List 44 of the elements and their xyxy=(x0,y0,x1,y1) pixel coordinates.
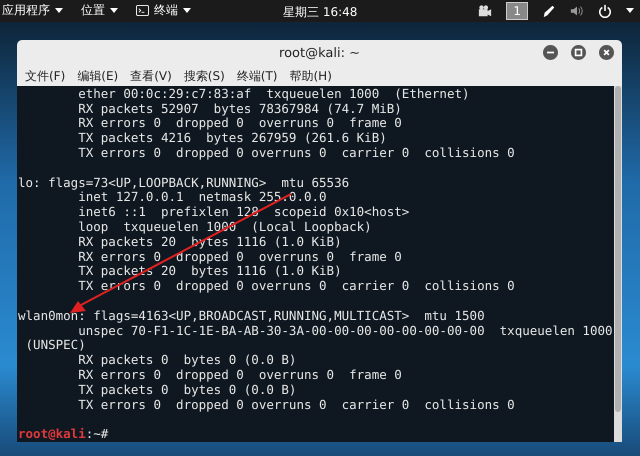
caret-icon xyxy=(183,8,191,14)
power-icon[interactable] xyxy=(598,4,612,18)
close-button[interactable] xyxy=(599,44,614,60)
menu-item[interactable]: 搜索(S) xyxy=(180,68,229,86)
terminal-line: TX packets 0 bytes 0 (0.0 B) xyxy=(77,382,298,398)
workspace-indicator[interactable]: 1 xyxy=(506,2,528,20)
terminal-line: ether 00:0c:29:c7:83:af txqueuelen 1000 (Ethernet) xyxy=(77,86,471,102)
menu-item[interactable]: 终端(T) xyxy=(232,68,282,86)
caret-icon xyxy=(110,8,118,14)
maximize-icon xyxy=(575,48,582,56)
maximize-button[interactable] xyxy=(571,44,586,60)
caret-icon xyxy=(55,8,63,14)
volume-icon[interactable] xyxy=(570,4,584,18)
camera-icon[interactable] xyxy=(478,4,492,18)
panel-menu[interactable]: 位置 xyxy=(79,2,120,20)
terminal-line: unspec 70-F1-1C-1E-BA-AB-30-3A-00-00-00-00-00-00-00-00 txqueuelen 1000 xyxy=(77,324,614,338)
terminal-line: (UNSPEC) xyxy=(24,338,86,354)
close-icon xyxy=(603,48,610,56)
terminal-line: RX packets 52907 bytes 78367984 (74.7 MiB) xyxy=(77,102,403,116)
terminal-line: RX errors 0 dropped 0 overruns 0 frame 0 xyxy=(77,368,403,383)
terminal-line: RX packets 0 bytes 0 (0.0 B) xyxy=(77,353,298,368)
terminal-line: RX errors 0 dropped 0 overruns 0 frame 0 xyxy=(77,116,403,132)
terminal-line: TX errors 0 dropped 0 overruns 0 carrier 0 collisions 0 xyxy=(77,146,516,161)
menu-item[interactable]: 编辑(E) xyxy=(73,68,122,86)
clock[interactable]: 星期三 16:48 xyxy=(283,4,358,21)
minimize-icon xyxy=(547,48,554,56)
prompt-user-host: root@kali xyxy=(18,426,86,442)
minimize-button[interactable] xyxy=(543,44,558,60)
menu-item[interactable]: 查看(V) xyxy=(126,68,176,86)
menu-item[interactable]: 文件(F) xyxy=(21,68,70,86)
terminal-line: TX packets 4216 bytes 267959 (261.6 KiB) xyxy=(77,131,388,146)
terminal-line: TX errors 0 dropped 0 overruns 0 carrier 0 collisions 0 xyxy=(77,398,516,412)
terminal-line: wlan0mon: flags=4163<UP,BROADCAST,RUNNING,MULTICAST> mtu 1500 xyxy=(18,308,486,324)
menu-item[interactable]: 帮助(H) xyxy=(285,68,336,86)
scrollbar[interactable] xyxy=(614,86,622,442)
panel-menu[interactable]: 应用程序 xyxy=(0,2,65,20)
terminal-line: RX errors 0 dropped 0 overruns 0 frame 0 xyxy=(77,250,403,264)
caret-icon[interactable] xyxy=(626,8,634,14)
prompt-path: :~# xyxy=(86,426,108,442)
window-title: root@kali: ~ xyxy=(279,46,360,62)
terminal-line: lo: flags=73<UP,LOOPBACK,RUNNING> mtu 65536 xyxy=(18,176,350,190)
terminal-icon xyxy=(136,5,149,16)
panel-menu[interactable]: 终端 xyxy=(134,2,193,20)
pen-icon[interactable] xyxy=(542,4,556,18)
